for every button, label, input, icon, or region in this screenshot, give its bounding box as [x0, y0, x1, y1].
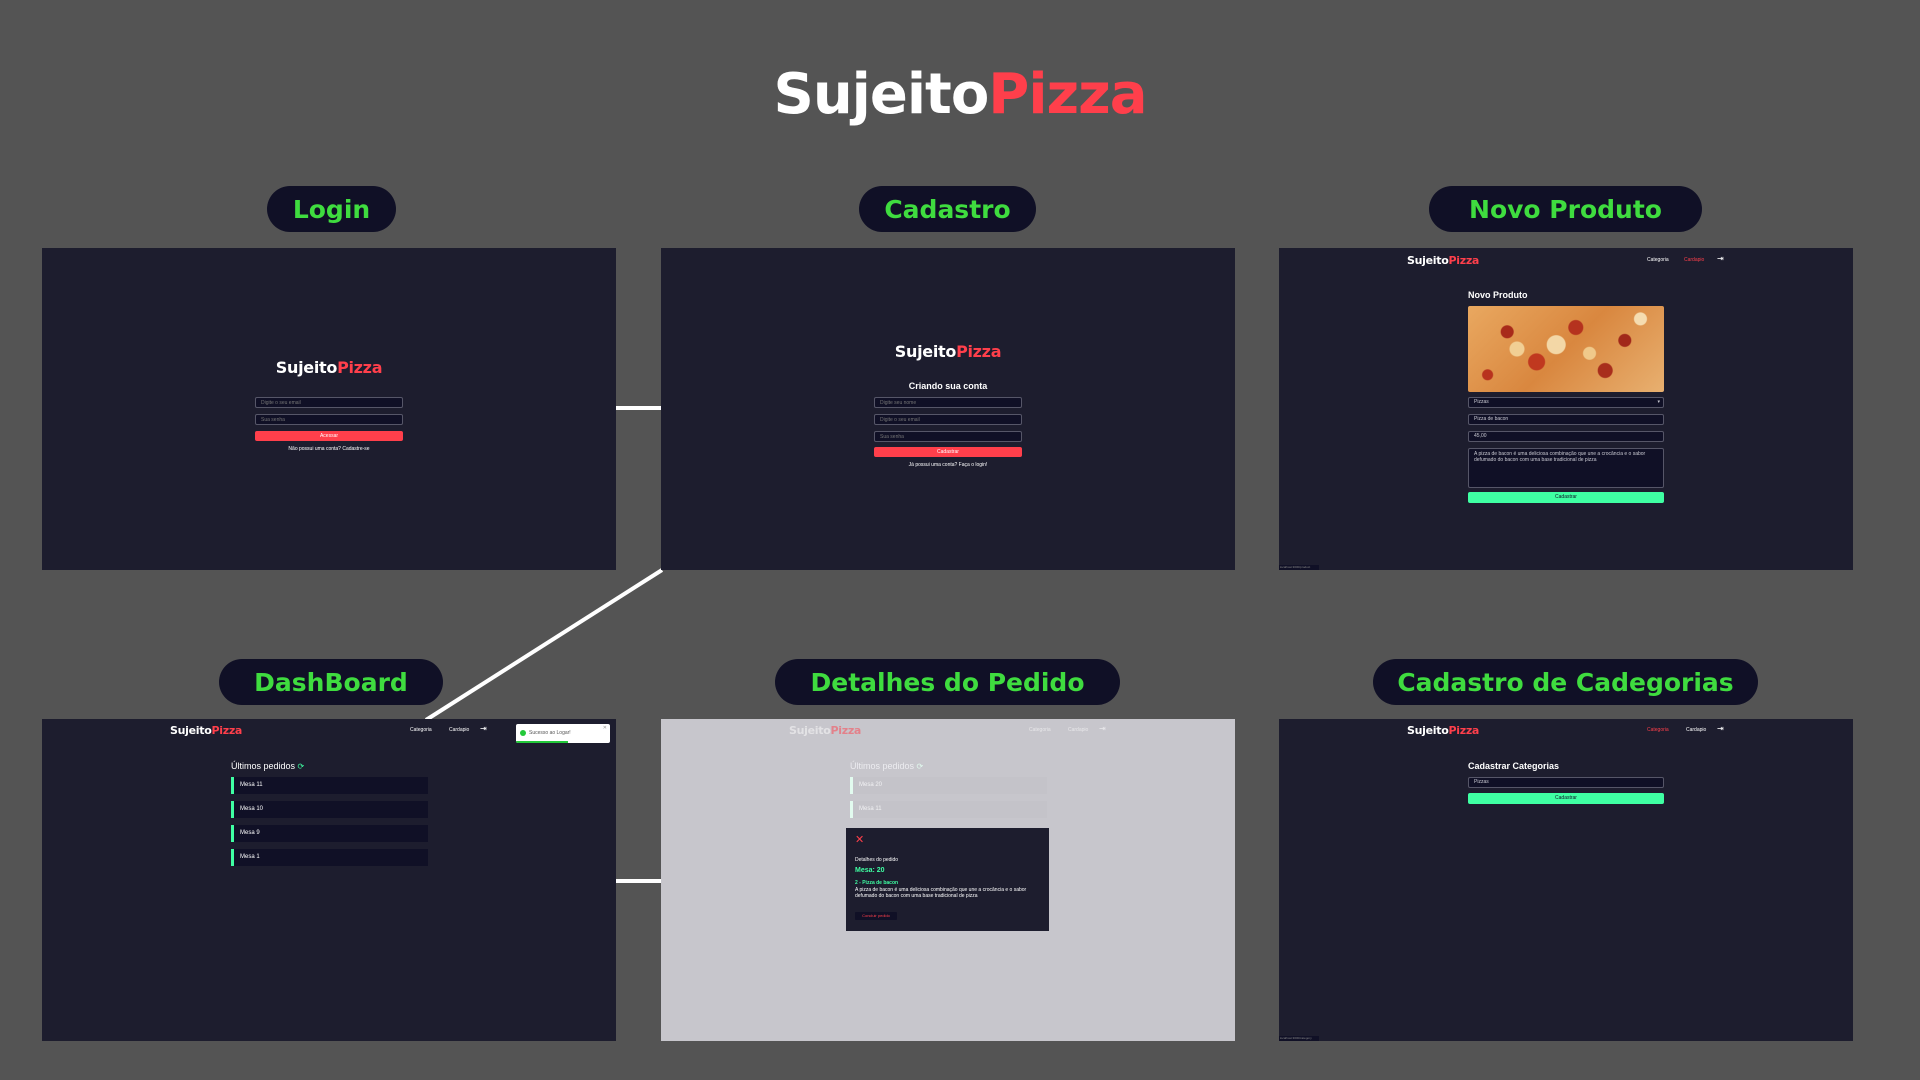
connector-login-cadastro — [616, 406, 662, 410]
order-modal: ✕ Detalhes do pedido Mesa: 20 2 - Pizza … — [846, 828, 1049, 931]
pizza-photo[interactable] — [1468, 306, 1664, 392]
url-tag: localhost:3000/product — [1279, 565, 1319, 570]
refresh-icon[interactable]: ⟳ — [298, 762, 305, 771]
modal-table: Mesa: 20 — [855, 867, 885, 874]
order-item[interactable]: Mesa 11 — [231, 777, 428, 794]
dashboard-screen: SujeitoPizza Categoria Cardapio ⇥ Sucess… — [42, 719, 616, 1041]
orders-title: Últimos pedidos ⟳ — [850, 761, 924, 771]
check-circle-icon — [520, 730, 526, 736]
chevron-down-icon: ▾ — [1657, 399, 1660, 405]
login-logo: SujeitoPizza — [275, 358, 383, 377]
signup-title: Criando sua conta — [908, 381, 988, 391]
category-select[interactable]: Pizzas ▾ — [1468, 397, 1664, 408]
orders-title: Últimos pedidos ⟳ — [231, 761, 305, 771]
login-screen: SujeitoPizza Acessar Não possui uma cont… — [42, 248, 616, 570]
product-screen: SujeitoPizza Categoria Cardapio ⇥ Novo P… — [1279, 248, 1853, 570]
header-logo[interactable]: SujeitoPizza — [1407, 254, 1479, 267]
category-name-input[interactable]: Pizzas — [1468, 777, 1664, 788]
logout-icon: ⇥ — [1099, 724, 1106, 733]
url-tag: localhost:3000/category — [1279, 1036, 1319, 1041]
order-details-screen: SujeitoPizza Categoria Cardapio ⇥ Último… — [661, 719, 1235, 1041]
product-description-textarea[interactable]: A pizza de bacon é uma deliciosa combina… — [1468, 448, 1664, 488]
nav-category[interactable]: Categoria — [1647, 727, 1669, 733]
modal-heading: Detalhes do pedido — [855, 857, 899, 863]
toast-notification[interactable]: Sucesso ao Logar! ✕ — [516, 724, 610, 743]
category-screen: SujeitoPizza Categoria Cardapio ⇥ Cadast… — [1279, 719, 1853, 1041]
close-icon[interactable]: ✕ — [603, 725, 607, 731]
nav-menu: Cardapio — [1068, 727, 1089, 733]
signup-button[interactable]: Cadastrar — [874, 447, 1022, 457]
logout-icon[interactable]: ⇥ — [1717, 255, 1724, 263]
nav-category: Categoria — [1029, 727, 1051, 733]
label-detalhes: Detalhes do Pedido — [775, 659, 1120, 705]
connector-dashboard-detalhes — [616, 879, 662, 883]
logout-icon[interactable]: ⇥ — [480, 725, 487, 733]
product-title: Novo Produto — [1468, 290, 1528, 300]
signup-link[interactable]: Não possui uma conta? Cadastre-se — [255, 446, 403, 452]
order-item: Mesa 20 — [850, 777, 1047, 794]
category-title: Cadastrar Categorias — [1468, 761, 1560, 771]
nav-category[interactable]: Categoria — [1647, 257, 1669, 263]
email-input[interactable] — [874, 414, 1022, 425]
toast-message: Sucesso ao Logar! — [529, 730, 571, 736]
product-price-input[interactable]: 45,00 — [1468, 431, 1664, 442]
close-icon[interactable]: ✕ — [855, 833, 864, 846]
login-link[interactable]: Já possui uma conta? Faça o login! — [874, 462, 1022, 468]
order-item: Mesa 11 — [850, 801, 1047, 818]
password-input[interactable] — [255, 414, 403, 425]
name-input[interactable] — [874, 397, 1022, 408]
order-item[interactable]: Mesa 9 — [231, 825, 428, 842]
label-dashboard: DashBoard — [219, 659, 443, 705]
password-input[interactable] — [874, 431, 1022, 442]
nav-menu[interactable]: Cardapio — [449, 727, 469, 733]
label-login: Login — [267, 186, 396, 232]
email-input[interactable] — [255, 397, 403, 408]
product-name-input[interactable]: Pizza de bacon — [1468, 414, 1664, 425]
logout-icon[interactable]: ⇥ — [1717, 725, 1724, 733]
header-logo: SujeitoPizza — [789, 724, 862, 737]
refresh-icon: ⟳ — [916, 762, 924, 771]
nav-menu[interactable]: Cardapio — [1684, 257, 1704, 263]
signup-logo: SujeitoPizza — [894, 342, 1002, 361]
nav-category[interactable]: Categoria — [410, 727, 432, 733]
signup-screen: SujeitoPizza Criando sua conta Cadastrar… — [661, 248, 1235, 570]
label-categorias: Cadastro de Cadegorias — [1373, 659, 1758, 705]
order-item[interactable]: Mesa 1 — [231, 849, 428, 866]
main-logo: SujeitoPizza — [773, 62, 1147, 127]
label-novo-produto: Novo Produto — [1429, 186, 1702, 232]
nav-menu[interactable]: Cardapio — [1686, 727, 1706, 733]
product-submit-button[interactable]: Cadastrar — [1468, 492, 1664, 503]
header-logo[interactable]: SujeitoPizza — [1407, 724, 1479, 737]
toast-progress-bar — [516, 741, 568, 743]
finish-order-button[interactable]: Concluir pedido — [855, 912, 897, 920]
category-submit-button[interactable]: Cadastrar — [1468, 793, 1664, 804]
header-logo[interactable]: SujeitoPizza — [170, 724, 242, 737]
order-item[interactable]: Mesa 10 — [231, 801, 428, 818]
login-button[interactable]: Acessar — [255, 431, 403, 441]
modal-item: 2 - Pizza de bacon — [855, 880, 899, 886]
modal-description: A pizza de bacon é uma deliciosa combina… — [855, 887, 1027, 899]
label-cadastro: Cadastro — [859, 186, 1036, 232]
